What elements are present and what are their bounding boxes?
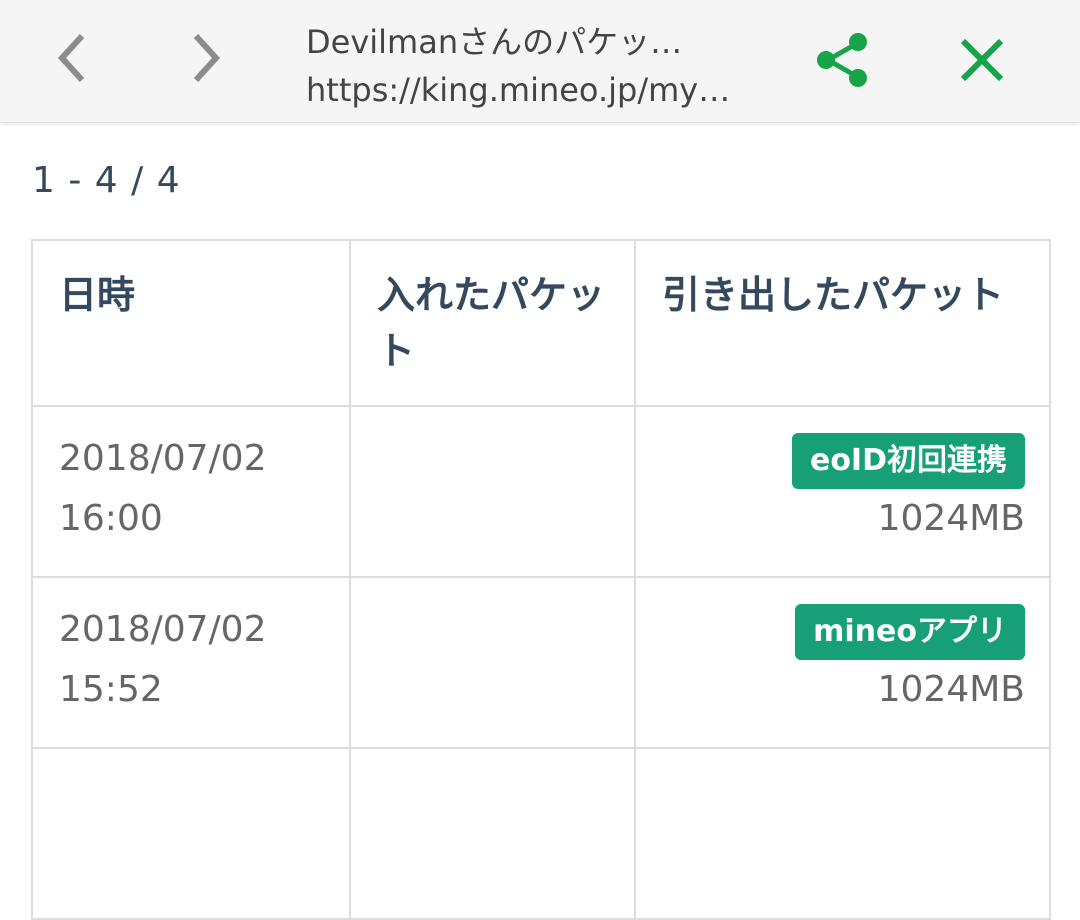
packet-history-table: 日時 入れたパケット 引き出したパケット 2018/07/02 16:00 eo… — [31, 239, 1051, 920]
source-badge: mineoアプリ — [795, 604, 1025, 660]
row-time: 15:52 — [59, 669, 163, 710]
page-title: Devilmanさんのパケッ… — [306, 23, 683, 61]
close-icon — [960, 38, 1004, 82]
table-row: 2018/07/02 15:52 mineoアプリ 1024MB — [31, 576, 1051, 749]
table-row: 2018/07/02 16:00 eoID初回連携 1024MB — [31, 405, 1051, 578]
back-button[interactable] — [40, 26, 104, 90]
page-url: https://king.mineo.jp/my… — [306, 71, 731, 109]
chevron-left-icon — [57, 33, 85, 83]
row-time: 16:00 — [59, 498, 163, 539]
header-datetime: 日時 — [31, 239, 351, 407]
pagination-count: 1 - 4 / 4 — [32, 160, 181, 201]
row-amount: 1024MB — [877, 669, 1025, 710]
chevron-right-icon — [193, 33, 221, 83]
table-row — [31, 747, 1051, 920]
forward-button[interactable] — [174, 26, 238, 90]
browser-toolbar: Devilmanさんのパケッ… https://king.mineo.jp/my… — [0, 0, 1080, 123]
put-in-cell — [349, 576, 636, 749]
date-cell: 2018/07/02 16:00 — [31, 405, 351, 578]
withdrawn-cell: eoID初回連携 1024MB — [634, 405, 1051, 578]
put-in-cell — [349, 405, 636, 578]
table-header-row: 日時 入れたパケット 引き出したパケット — [31, 239, 1051, 407]
close-button[interactable] — [950, 28, 1014, 92]
row-date: 2018/07/02 — [59, 609, 267, 650]
date-cell: 2018/07/02 15:52 — [31, 576, 351, 749]
share-button[interactable] — [810, 28, 874, 92]
withdrawn-cell: mineoアプリ 1024MB — [634, 576, 1051, 749]
page-info[interactable]: Devilmanさんのパケッ… https://king.mineo.jp/my… — [306, 18, 786, 114]
date-cell — [31, 747, 351, 920]
row-amount: 1024MB — [877, 498, 1025, 539]
withdrawn-cell — [634, 747, 1051, 920]
header-put-in: 入れたパケット — [349, 239, 636, 407]
source-badge: eoID初回連携 — [791, 433, 1025, 489]
put-in-cell — [349, 747, 636, 920]
header-withdrawn: 引き出したパケット — [634, 239, 1051, 407]
row-date: 2018/07/02 — [59, 438, 267, 479]
share-icon — [817, 33, 867, 87]
